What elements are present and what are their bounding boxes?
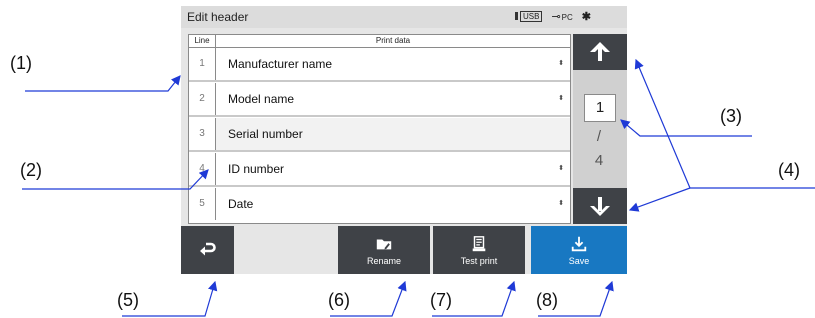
arrow-up-icon [590,42,610,61]
back-button[interactable] [181,226,234,274]
print-data-field[interactable]: ID number ⬍ [216,153,570,185]
arrow-down-icon [590,197,610,216]
usb-icon: USB [515,11,543,22]
bottom-toolbar: Rename Test print Save [181,226,627,274]
line-number: 5 [189,188,216,220]
callout-4: (4) [778,160,800,180]
edit-header-screen: Edit header USB ⊸ PC ✱ Line Print data 1 … [181,6,627,274]
test-print-button[interactable]: Test print [433,226,525,274]
print-data-field[interactable]: Date ⬍ [216,188,570,220]
bluetooth-icon: ✱ [581,11,592,23]
pc-connection-icon: ⊸ PC [551,11,573,23]
print-data-field[interactable]: Model name ⬍ [216,83,570,115]
scroll-down-button[interactable] [573,188,627,224]
scroll-up-button[interactable] [573,34,627,70]
title-bar: Edit header USB ⊸ PC ✱ [181,6,627,28]
pointer-line-4b [628,187,691,212]
folder-rename-icon [376,239,392,249]
pointer-line-1 [25,75,181,92]
page-separator: / [596,128,602,145]
total-pages: 4 [594,152,604,169]
line-number: 3 [189,118,216,150]
callout-5: (5) [117,290,139,310]
line-number: 4 [189,153,216,185]
status-icons: USB ⊸ PC ✱ [515,9,591,25]
download-save-icon [571,236,587,251]
current-page-field[interactable]: 1 [584,94,616,122]
line-number: 1 [189,48,216,80]
table-row[interactable]: 3 Serial number [189,118,570,152]
reorder-handle-icon[interactable]: ⬍ [558,188,564,220]
callout-6: (6) [328,290,350,310]
page-scroller: 1 / 4 [573,34,627,224]
table-row[interactable]: 4 ID number ⬍ [189,153,570,187]
table-row[interactable]: 1 Manufacturer name ⬍ [189,48,570,82]
reorder-handle-icon[interactable]: ⬍ [558,83,564,115]
callout-8: (8) [536,290,558,310]
return-arrow-icon [199,242,216,256]
reorder-handle-icon[interactable]: ⬍ [558,153,564,185]
save-button[interactable]: Save [531,226,627,274]
callout-2: (2) [20,160,42,180]
column-header-line: Line [189,35,216,47]
rename-button[interactable]: Rename [338,226,430,274]
callout-7: (7) [430,290,452,310]
print-data-field[interactable]: Serial number [216,118,570,150]
screen-title: Edit header [187,10,249,24]
callout-3: (3) [720,106,742,126]
callout-1: (1) [10,53,32,73]
print-data-field[interactable]: Manufacturer name ⬍ [216,48,570,80]
line-number: 2 [189,83,216,115]
table-row[interactable]: 5 Date ⬍ [189,188,570,222]
print-data-table: Line Print data 1 Manufacturer name ⬍ 2 … [188,34,571,224]
column-header-print-data: Print data [375,36,411,45]
reorder-handle-icon[interactable]: ⬍ [558,48,564,80]
test-print-icon [472,235,486,251]
table-header: Line Print data [189,35,570,48]
table-row[interactable]: 2 Model name ⬍ [189,83,570,117]
